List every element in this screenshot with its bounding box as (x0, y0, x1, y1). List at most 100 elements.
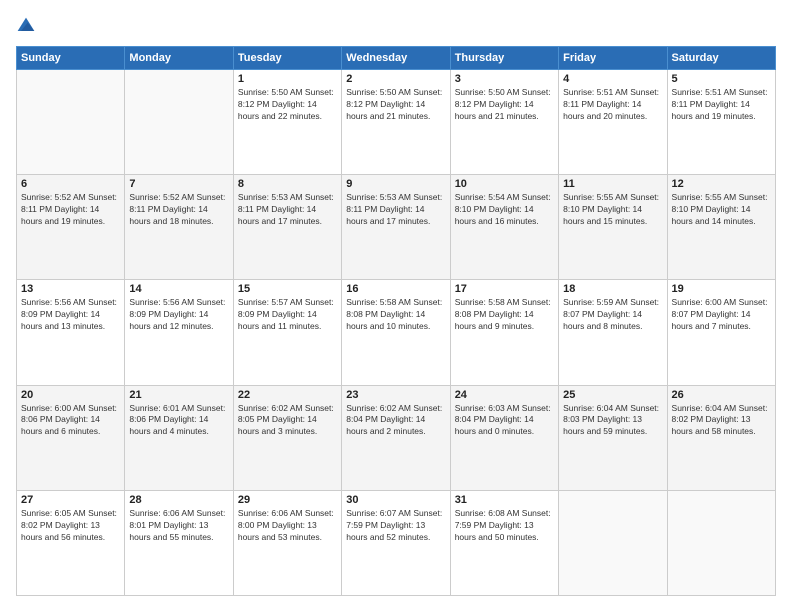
calendar-table: Sunday Monday Tuesday Wednesday Thursday… (16, 46, 776, 596)
day-number: 29 (238, 494, 337, 506)
table-row: 26Sunrise: 6:04 AM Sunset: 8:02 PM Dayli… (667, 385, 775, 490)
day-info: Sunrise: 5:55 AM Sunset: 8:10 PM Dayligh… (672, 192, 771, 228)
day-info: Sunrise: 5:56 AM Sunset: 8:09 PM Dayligh… (21, 297, 120, 333)
day-info: Sunrise: 5:52 AM Sunset: 8:11 PM Dayligh… (129, 192, 228, 228)
day-number: 31 (455, 494, 554, 506)
table-row: 10 Sunrise: 5:54 AM Sunset: 8:10 PM Dayli… (450, 175, 558, 280)
table-row: 15Sunrise: 5:57 AM Sunset: 8:09 PM Dayli… (233, 280, 341, 385)
table-row: 27 Sunrise: 6:05 AM Sunset: 8:02 PM Dayli… (17, 490, 125, 595)
calendar-header-row: Sunday Monday Tuesday Wednesday Thursday… (17, 47, 776, 70)
day-number: 6 (21, 178, 120, 190)
day-number: 2 (346, 73, 445, 85)
table-row (125, 70, 233, 175)
table-row (559, 490, 667, 595)
day-info: Sunrise: 5:50 AM Sunset: 8:12 PM Dayligh… (346, 87, 445, 123)
day-info: Sunrise: 5:57 AM Sunset: 8:09 PM Dayligh… (238, 297, 337, 333)
table-row: 3Sunrise: 5:50 AM Sunset: 8:12 PM Daylig… (450, 70, 558, 175)
col-monday: Monday (125, 47, 233, 70)
calendar-week-row: 13 Sunrise: 5:56 AM Sunset: 8:09 PM Dayli… (17, 280, 776, 385)
day-number: 16 (346, 283, 445, 295)
day-number: 5 (672, 73, 771, 85)
calendar-week-row: 20Sunrise: 6:00 AM Sunset: 8:06 PM Dayli… (17, 385, 776, 490)
day-info: Sunrise: 6:04 AM Sunset: 8:02 PM Dayligh… (672, 403, 771, 439)
col-friday: Friday (559, 47, 667, 70)
day-info: Sunrise: 5:51 AM Sunset: 8:11 PM Dayligh… (563, 87, 662, 123)
table-row: 4 Sunrise: 5:51 AM Sunset: 8:11 PM Daylig… (559, 70, 667, 175)
table-row (17, 70, 125, 175)
day-info: Sunrise: 6:08 AM Sunset: 7:59 PM Dayligh… (455, 508, 554, 544)
day-info: Sunrise: 5:53 AM Sunset: 8:11 PM Dayligh… (238, 192, 337, 228)
day-number: 12 (672, 178, 771, 190)
table-row: 30 Sunrise: 6:07 AM Sunset: 7:59 PM Dayli… (342, 490, 450, 595)
day-number: 8 (238, 178, 337, 190)
day-info: Sunrise: 5:54 AM Sunset: 8:10 PM Dayligh… (455, 192, 554, 228)
day-info: Sunrise: 6:06 AM Sunset: 8:00 PM Dayligh… (238, 508, 337, 544)
logo (16, 16, 40, 36)
day-number: 1 (238, 73, 337, 85)
day-number: 27 (21, 494, 120, 506)
day-info: Sunrise: 5:50 AM Sunset: 8:12 PM Dayligh… (238, 87, 337, 123)
table-row: 23Sunrise: 6:02 AM Sunset: 8:04 PM Dayli… (342, 385, 450, 490)
table-row: 24 Sunrise: 6:03 AM Sunset: 8:04 PM Dayli… (450, 385, 558, 490)
table-row: 6 Sunrise: 5:52 AM Sunset: 8:11 PM Daylig… (17, 175, 125, 280)
table-row: 19 Sunrise: 6:00 AM Sunset: 8:07 PM Dayli… (667, 280, 775, 385)
day-number: 4 (563, 73, 662, 85)
day-number: 10 (455, 178, 554, 190)
day-info: Sunrise: 5:55 AM Sunset: 8:10 PM Dayligh… (563, 192, 662, 228)
day-info: Sunrise: 5:53 AM Sunset: 8:11 PM Dayligh… (346, 192, 445, 228)
table-row: 12 Sunrise: 5:55 AM Sunset: 8:10 PM Dayli… (667, 175, 775, 280)
day-number: 30 (346, 494, 445, 506)
day-info: Sunrise: 6:04 AM Sunset: 8:03 PM Dayligh… (563, 403, 662, 439)
day-number: 20 (21, 389, 120, 401)
table-row (667, 490, 775, 595)
table-row: 21Sunrise: 6:01 AM Sunset: 8:06 PM Dayli… (125, 385, 233, 490)
day-info: Sunrise: 6:00 AM Sunset: 8:07 PM Dayligh… (672, 297, 771, 333)
table-row: 28 Sunrise: 6:06 AM Sunset: 8:01 PM Dayli… (125, 490, 233, 595)
day-number: 24 (455, 389, 554, 401)
day-info: Sunrise: 6:06 AM Sunset: 8:01 PM Dayligh… (129, 508, 228, 544)
day-number: 3 (455, 73, 554, 85)
day-info: Sunrise: 6:02 AM Sunset: 8:05 PM Dayligh… (238, 403, 337, 439)
day-number: 17 (455, 283, 554, 295)
day-info: Sunrise: 5:58 AM Sunset: 8:08 PM Dayligh… (455, 297, 554, 333)
day-number: 13 (21, 283, 120, 295)
day-info: Sunrise: 5:52 AM Sunset: 8:11 PM Dayligh… (21, 192, 120, 228)
day-info: Sunrise: 6:02 AM Sunset: 8:04 PM Dayligh… (346, 403, 445, 439)
table-row: 22 Sunrise: 6:02 AM Sunset: 8:05 PM Dayli… (233, 385, 341, 490)
calendar-week-row: 6 Sunrise: 5:52 AM Sunset: 8:11 PM Daylig… (17, 175, 776, 280)
day-number: 28 (129, 494, 228, 506)
table-row: 17 Sunrise: 5:58 AM Sunset: 8:08 PM Dayli… (450, 280, 558, 385)
table-row: 16 Sunrise: 5:58 AM Sunset: 8:08 PM Dayli… (342, 280, 450, 385)
logo-icon (16, 16, 36, 36)
day-info: Sunrise: 5:51 AM Sunset: 8:11 PM Dayligh… (672, 87, 771, 123)
day-number: 21 (129, 389, 228, 401)
day-info: Sunrise: 6:03 AM Sunset: 8:04 PM Dayligh… (455, 403, 554, 439)
table-row: 11 Sunrise: 5:55 AM Sunset: 8:10 PM Dayli… (559, 175, 667, 280)
day-number: 11 (563, 178, 662, 190)
table-row: 14 Sunrise: 5:56 AM Sunset: 8:09 PM Dayli… (125, 280, 233, 385)
table-row: 2 Sunrise: 5:50 AM Sunset: 8:12 PM Daylig… (342, 70, 450, 175)
day-info: Sunrise: 6:05 AM Sunset: 8:02 PM Dayligh… (21, 508, 120, 544)
header (16, 16, 776, 36)
day-number: 22 (238, 389, 337, 401)
table-row: 5 Sunrise: 5:51 AM Sunset: 8:11 PM Daylig… (667, 70, 775, 175)
day-info: Sunrise: 5:58 AM Sunset: 8:08 PM Dayligh… (346, 297, 445, 333)
day-number: 25 (563, 389, 662, 401)
day-info: Sunrise: 5:56 AM Sunset: 8:09 PM Dayligh… (129, 297, 228, 333)
day-number: 7 (129, 178, 228, 190)
day-info: Sunrise: 6:07 AM Sunset: 7:59 PM Dayligh… (346, 508, 445, 544)
col-sunday: Sunday (17, 47, 125, 70)
calendar-week-row: 1 Sunrise: 5:50 AM Sunset: 8:12 PM Daylig… (17, 70, 776, 175)
day-info: Sunrise: 5:59 AM Sunset: 8:07 PM Dayligh… (563, 297, 662, 333)
day-number: 9 (346, 178, 445, 190)
page: Sunday Monday Tuesday Wednesday Thursday… (0, 0, 792, 612)
day-number: 18 (563, 283, 662, 295)
table-row: 31 Sunrise: 6:08 AM Sunset: 7:59 PM Dayli… (450, 490, 558, 595)
day-number: 14 (129, 283, 228, 295)
col-tuesday: Tuesday (233, 47, 341, 70)
col-wednesday: Wednesday (342, 47, 450, 70)
table-row: 1 Sunrise: 5:50 AM Sunset: 8:12 PM Daylig… (233, 70, 341, 175)
day-number: 19 (672, 283, 771, 295)
table-row: 7 Sunrise: 5:52 AM Sunset: 8:11 PM Daylig… (125, 175, 233, 280)
table-row: 18 Sunrise: 5:59 AM Sunset: 8:07 PM Dayli… (559, 280, 667, 385)
